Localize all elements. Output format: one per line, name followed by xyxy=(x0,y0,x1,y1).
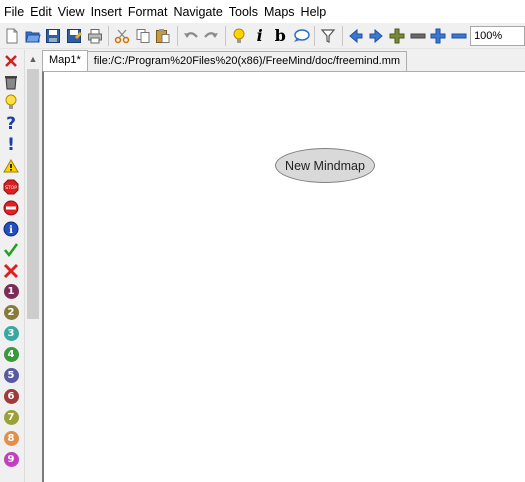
remove-icon[interactable] xyxy=(0,50,22,71)
svg-text:STOP: STOP xyxy=(5,185,17,191)
scroll-up-icon[interactable]: ▲ xyxy=(25,50,41,67)
map-tabs: Map1* file:/C:/Program%20Files%20(x86)/F… xyxy=(42,50,525,71)
add-child-icon[interactable] xyxy=(387,25,408,47)
svg-text:i: i xyxy=(9,225,13,236)
redo-icon[interactable] xyxy=(201,25,222,47)
italic-icon[interactable]: i xyxy=(249,25,270,47)
priority-9-icon[interactable]: 9 xyxy=(0,449,22,470)
menu-format[interactable]: Format xyxy=(128,5,172,19)
warning-icon[interactable] xyxy=(0,155,22,176)
menu-maps[interactable]: Maps xyxy=(264,5,299,19)
collapse-icon[interactable] xyxy=(448,25,469,47)
filter-icon[interactable] xyxy=(318,25,339,47)
priority-8-icon[interactable]: 8 xyxy=(0,428,22,449)
priority-4-icon[interactable]: 4 xyxy=(0,344,22,365)
zoom-in-icon[interactable] xyxy=(428,25,449,47)
paste-icon[interactable] xyxy=(153,25,174,47)
menu-tools[interactable]: Tools xyxy=(229,5,262,19)
stop-icon[interactable]: STOP xyxy=(0,176,22,197)
mindmap-canvas[interactable]: New Mindmap xyxy=(42,71,525,482)
menu-view[interactable]: View xyxy=(58,5,89,19)
icon-panel-scrollbar[interactable]: ▲ xyxy=(24,50,41,482)
toolbar-separator xyxy=(224,25,226,46)
toolbar-separator xyxy=(341,25,343,46)
priority-7-icon[interactable]: 7 xyxy=(0,407,22,428)
menu-edit[interactable]: Edit xyxy=(30,5,56,19)
exclamation-icon[interactable]: ! xyxy=(0,134,22,155)
open-file-icon[interactable] xyxy=(23,25,44,47)
checkmark-icon[interactable] xyxy=(0,239,22,260)
idea-bulb-icon[interactable] xyxy=(229,25,250,47)
menu-insert[interactable]: Insert xyxy=(91,5,126,19)
arrow-right-icon[interactable] xyxy=(366,25,387,47)
toolbar-separator xyxy=(314,25,316,46)
priority-5-icon[interactable]: 5 xyxy=(0,365,22,386)
question-icon[interactable]: ? xyxy=(0,113,22,134)
priority-3-icon[interactable]: 3 xyxy=(0,323,22,344)
cut-icon[interactable] xyxy=(112,25,133,47)
menu-file[interactable]: File xyxy=(4,5,28,19)
priority-6-icon[interactable]: 6 xyxy=(0,386,22,407)
menu-help[interactable]: Help xyxy=(301,5,331,19)
no-entry-icon[interactable] xyxy=(0,197,22,218)
trash-icon[interactable] xyxy=(0,71,22,92)
priority-2-icon[interactable]: 2 xyxy=(0,302,22,323)
info-icon[interactable]: i xyxy=(0,218,22,239)
icon-panel: ? ! STOP i 1 2 3 4 5 6 7 8 9 xyxy=(0,50,24,482)
menu-navigate[interactable]: Navigate xyxy=(173,5,226,19)
menu-bar: File Edit View Insert Format Navigate To… xyxy=(0,0,525,23)
tab-map1[interactable]: Map1* xyxy=(42,50,88,71)
zoom-out-icon[interactable] xyxy=(407,25,428,47)
root-node[interactable]: New Mindmap xyxy=(275,148,375,183)
toolbar-separator xyxy=(107,25,109,46)
copy-icon[interactable] xyxy=(132,25,153,47)
cross-icon[interactable] xyxy=(0,260,22,281)
save-icon[interactable] xyxy=(43,25,64,47)
arrow-left-icon[interactable] xyxy=(346,25,367,47)
tab-freemind-doc[interactable]: file:/C:/Program%20Files%20(x86)/FreeMin… xyxy=(86,51,408,71)
priority-1-icon[interactable]: 1 xyxy=(0,281,22,302)
bold-icon[interactable]: b xyxy=(270,25,291,47)
save-as-icon[interactable] xyxy=(64,25,85,47)
scroll-thumb[interactable] xyxy=(27,69,39,319)
print-icon[interactable] xyxy=(84,25,105,47)
new-file-icon[interactable] xyxy=(2,25,23,47)
toolbar-separator xyxy=(176,25,178,46)
undo-icon[interactable] xyxy=(181,25,202,47)
zoom-field[interactable] xyxy=(470,25,525,46)
toolbar: i b xyxy=(0,23,525,49)
idea-icon[interactable] xyxy=(0,92,22,113)
speech-bubble-icon[interactable] xyxy=(290,25,311,47)
